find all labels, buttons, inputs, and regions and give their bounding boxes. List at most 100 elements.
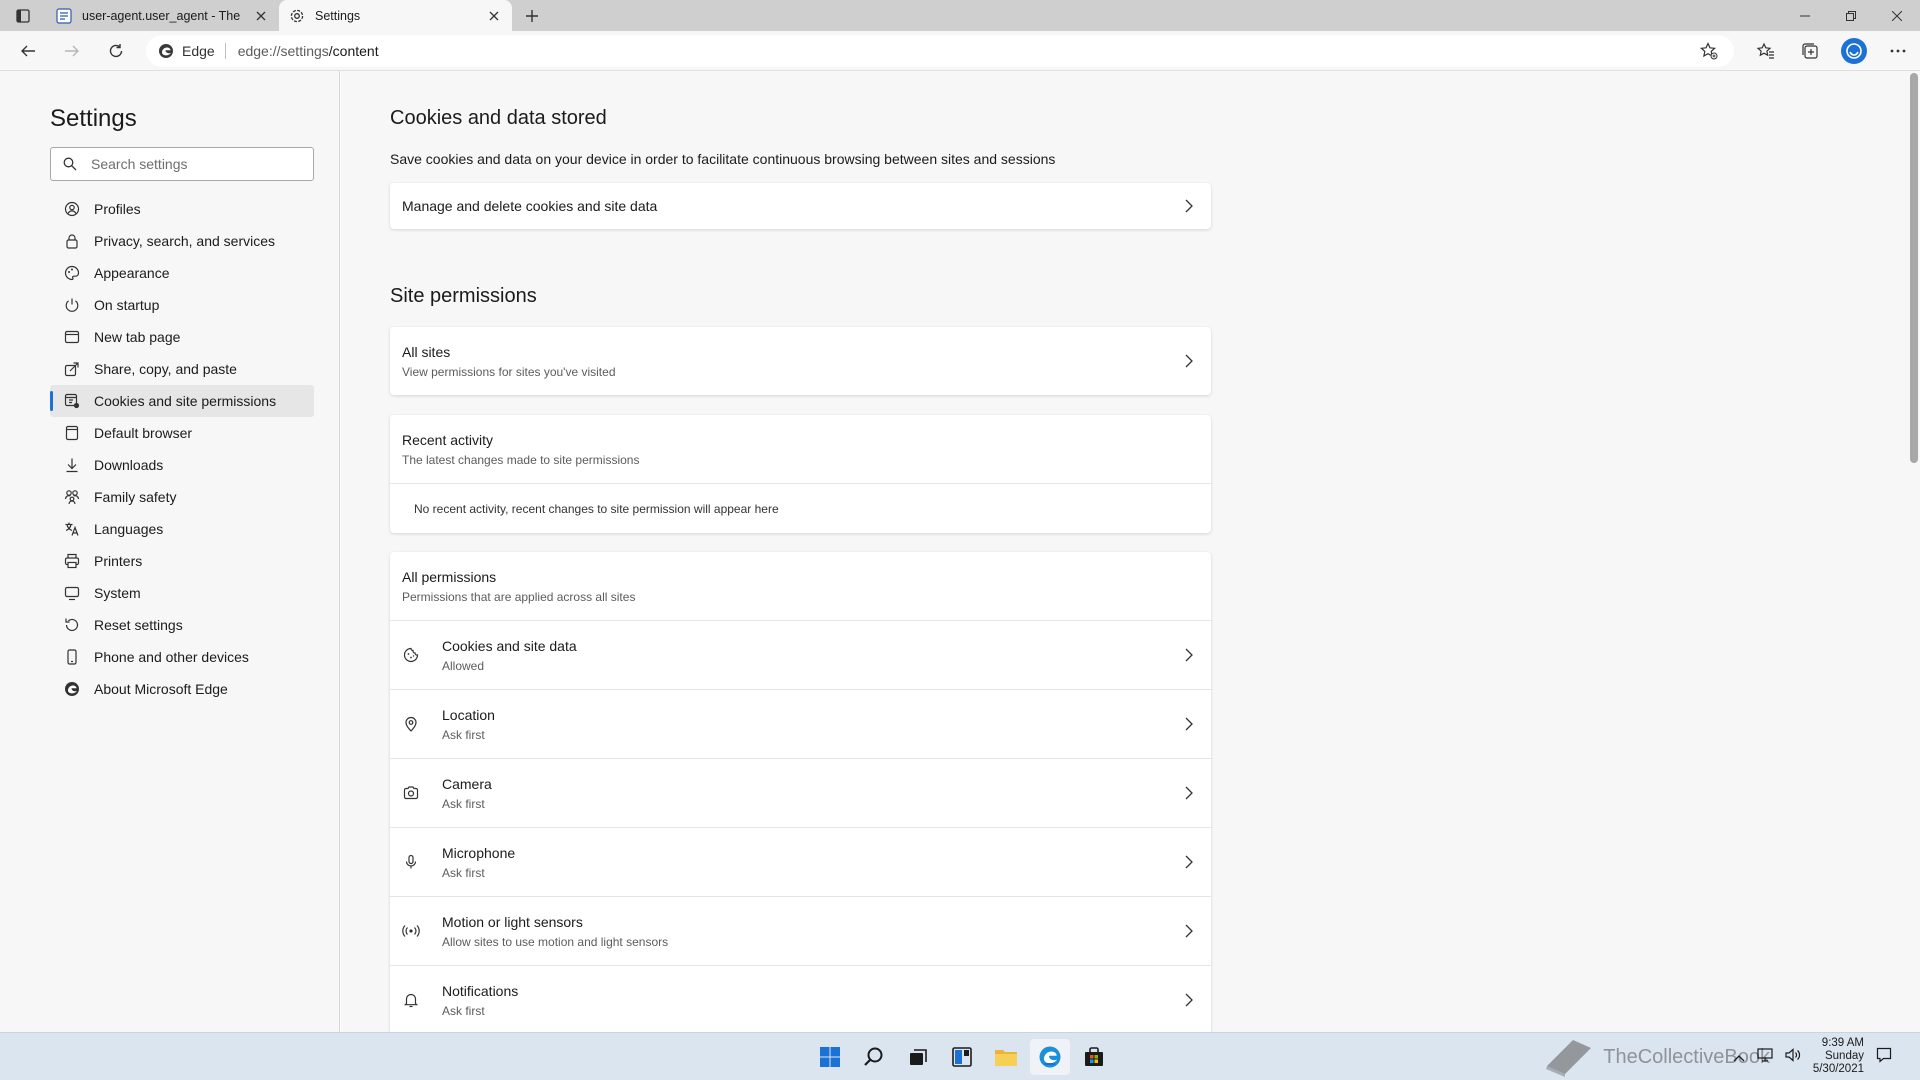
permission-title: Microphone bbox=[442, 844, 516, 861]
taskbar-search-button[interactable] bbox=[854, 1039, 894, 1075]
close-tab-button[interactable] bbox=[253, 8, 269, 24]
profile-avatar-icon bbox=[1846, 43, 1862, 59]
search-icon bbox=[864, 1047, 883, 1066]
tab-title: Settings bbox=[315, 8, 361, 23]
sidebar-item-label: Family safety bbox=[94, 489, 177, 505]
settings-more-button[interactable] bbox=[1876, 33, 1920, 69]
sidebar-item-cookies-site-permissions[interactable]: Cookies and site permissions bbox=[50, 385, 314, 417]
close-tab-button[interactable] bbox=[486, 8, 502, 24]
permission-title: Location bbox=[442, 706, 495, 723]
volume-button[interactable] bbox=[1785, 1048, 1801, 1065]
maximize-button[interactable] bbox=[1828, 0, 1874, 31]
permission-row-microphone[interactable]: Microphone Ask first bbox=[390, 828, 1211, 896]
favorites-button[interactable] bbox=[1744, 33, 1788, 69]
manage-cookies-row[interactable]: Manage and delete cookies and site data bbox=[390, 183, 1211, 229]
search-input[interactable] bbox=[91, 156, 291, 172]
power-icon bbox=[65, 298, 79, 312]
section-title-cookies: Cookies and data stored bbox=[390, 107, 607, 129]
sidebar-item-system[interactable]: System bbox=[50, 577, 314, 609]
sidebar-item-label: Languages bbox=[94, 521, 164, 537]
sidebar-item-label: Privacy, search, and services bbox=[94, 233, 276, 249]
sidebar-item-privacy[interactable]: Privacy, search, and services bbox=[50, 225, 314, 257]
share-icon bbox=[64, 362, 79, 377]
tab-settings[interactable]: Settings bbox=[279, 0, 512, 31]
sidebar-item-reset-settings[interactable]: Reset settings bbox=[50, 609, 314, 641]
chevron-right-icon bbox=[1181, 353, 1197, 369]
camera-icon bbox=[402, 784, 420, 802]
network-button[interactable] bbox=[1757, 1048, 1773, 1065]
tab-actions-button[interactable] bbox=[0, 0, 46, 31]
system-icon bbox=[64, 586, 80, 601]
family-icon bbox=[64, 490, 80, 505]
permission-row-motion-sensors[interactable]: Motion or light sensors Allow sites to u… bbox=[390, 897, 1211, 965]
all-sites-row[interactable]: All sites View permissions for sites you… bbox=[390, 327, 1211, 395]
sidebar-item-on-startup[interactable]: On startup bbox=[50, 289, 314, 321]
chevron-up-icon bbox=[1733, 1054, 1745, 1061]
permission-status: Ask first bbox=[442, 865, 485, 880]
permission-row-cookies[interactable]: Cookies and site data Allowed bbox=[390, 621, 1211, 689]
address-bar[interactable]: Edge edge://settings/content bbox=[146, 35, 1734, 67]
row-title: Manage and delete cookies and site data bbox=[402, 198, 658, 214]
sidebar-item-printers[interactable]: Printers bbox=[50, 545, 314, 577]
taskbar-apps bbox=[810, 1039, 1114, 1075]
sensor-icon bbox=[402, 922, 420, 940]
sidebar-item-appearance[interactable]: Appearance bbox=[50, 257, 314, 289]
widgets-button[interactable] bbox=[942, 1039, 982, 1075]
page-title: Settings bbox=[50, 105, 137, 132]
favorites-icon bbox=[1757, 42, 1774, 59]
show-hidden-icons-button[interactable] bbox=[1733, 1049, 1745, 1065]
printer-icon bbox=[64, 553, 80, 569]
sidebar-item-about-edge[interactable]: About Microsoft Edge bbox=[50, 673, 314, 705]
restore-icon bbox=[1846, 10, 1856, 21]
scrollbar-thumb[interactable] bbox=[1910, 73, 1918, 463]
permission-row-camera[interactable]: Camera Ask first bbox=[390, 759, 1211, 827]
site-identity-chip[interactable]: Edge bbox=[158, 43, 226, 59]
forward-button[interactable] bbox=[50, 33, 94, 69]
add-favorite-button[interactable] bbox=[1700, 42, 1718, 63]
edge-taskbar-button[interactable] bbox=[1030, 1039, 1070, 1075]
start-button[interactable] bbox=[810, 1039, 850, 1075]
permission-row-location[interactable]: Location Ask first bbox=[390, 690, 1211, 758]
sidebar-item-label: Default browser bbox=[94, 425, 193, 441]
folder-icon bbox=[995, 1050, 1017, 1066]
permission-status: Ask first bbox=[442, 796, 485, 811]
sidebar-item-family-safety[interactable]: Family safety bbox=[50, 481, 314, 513]
sidebar-item-label: About Microsoft Edge bbox=[94, 681, 228, 697]
sidebar-item-new-tab-page[interactable]: New tab page bbox=[50, 321, 314, 353]
search-box[interactable] bbox=[50, 147, 314, 181]
sidebar-item-downloads[interactable]: Downloads bbox=[50, 449, 314, 481]
sidebar-item-share-copy-paste[interactable]: Share, copy, and paste bbox=[50, 353, 314, 385]
sidebar-item-label: On startup bbox=[94, 297, 160, 313]
refresh-button[interactable] bbox=[94, 33, 138, 69]
task-view-button[interactable] bbox=[898, 1039, 938, 1075]
reset-icon bbox=[65, 618, 79, 632]
sidebar-item-languages[interactable]: Languages bbox=[50, 513, 314, 545]
chevron-right-icon bbox=[1181, 647, 1197, 663]
download-icon bbox=[66, 458, 78, 473]
content-scrollbar[interactable] bbox=[1908, 71, 1920, 1032]
sidebar-item-profiles[interactable]: Profiles bbox=[50, 193, 314, 225]
minimize-button[interactable] bbox=[1782, 0, 1828, 31]
collections-button[interactable] bbox=[1788, 33, 1832, 69]
section-title-site-permissions: Site permissions bbox=[390, 285, 537, 307]
permission-row-notifications[interactable]: Notifications Ask first bbox=[390, 966, 1211, 1032]
sidebar-item-phone-devices[interactable]: Phone and other devices bbox=[50, 641, 314, 673]
profile-button[interactable] bbox=[1832, 33, 1876, 69]
file-explorer-button[interactable] bbox=[986, 1039, 1026, 1075]
row-title: All sites bbox=[402, 343, 451, 360]
notifications-button[interactable] bbox=[1876, 1047, 1892, 1066]
taskbar-clock[interactable]: 9:39 AM Sunday 5/30/2021 bbox=[1813, 1037, 1864, 1076]
permission-status: Allow sites to use motion and light sens… bbox=[442, 934, 669, 949]
store-bag-icon bbox=[1085, 1047, 1103, 1066]
back-button[interactable] bbox=[6, 33, 50, 69]
tab-user-agent[interactable]: user-agent.user_agent - The Coll bbox=[46, 0, 279, 31]
close-icon bbox=[1892, 10, 1902, 21]
store-button[interactable] bbox=[1074, 1039, 1114, 1075]
sidebar-item-default-browser[interactable]: Default browser bbox=[50, 417, 314, 449]
page-favicon-icon bbox=[56, 7, 72, 24]
new-tab-button[interactable] bbox=[516, 0, 548, 31]
newtab-icon bbox=[64, 330, 80, 344]
sidebar-item-label: Appearance bbox=[94, 265, 170, 281]
close-window-button[interactable] bbox=[1874, 0, 1920, 31]
sidebar-item-label: System bbox=[94, 585, 141, 601]
